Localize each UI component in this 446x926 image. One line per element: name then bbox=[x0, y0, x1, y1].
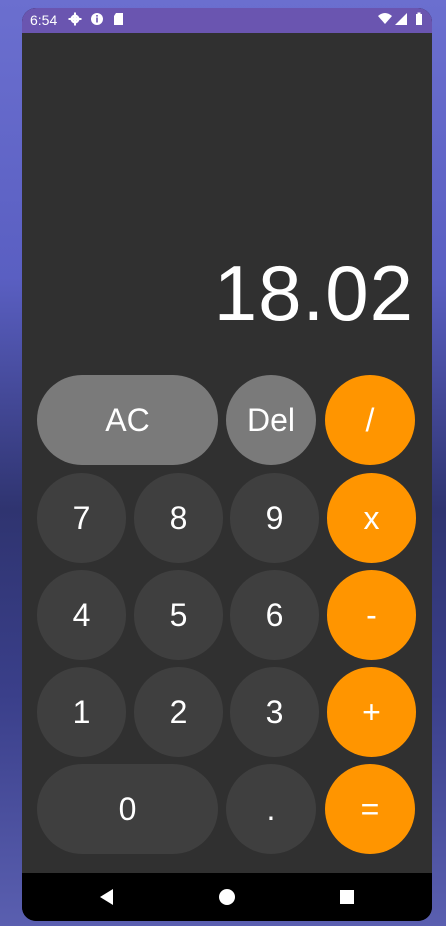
result-display: 18.02 bbox=[213, 249, 414, 337]
digit-1-button[interactable]: 1 bbox=[37, 667, 126, 757]
home-icon[interactable] bbox=[215, 885, 239, 909]
digit-8-button[interactable]: 8 bbox=[134, 473, 223, 563]
divide-button[interactable]: / bbox=[325, 375, 415, 465]
digit-4-button[interactable]: 4 bbox=[37, 570, 126, 660]
wifi-icon bbox=[378, 13, 392, 24]
status-bar: 6:54 bbox=[22, 8, 432, 33]
digit-6-button[interactable]: 6 bbox=[230, 570, 319, 660]
multiply-button[interactable]: x bbox=[327, 473, 416, 563]
digit-3-button[interactable]: 3 bbox=[230, 667, 319, 757]
phone-frame: 6:54 18.02 AC Del / 7 8 9 x 4 5 6 - 1 2 … bbox=[22, 8, 432, 921]
clear-button[interactable]: AC bbox=[37, 375, 218, 465]
recents-icon[interactable] bbox=[335, 885, 359, 909]
subtract-button[interactable]: - bbox=[327, 570, 416, 660]
digit-5-button[interactable]: 5 bbox=[134, 570, 223, 660]
digit-2-button[interactable]: 2 bbox=[134, 667, 223, 757]
calculator-app: 18.02 AC Del / 7 8 9 x 4 5 6 - 1 2 3 + 0… bbox=[22, 33, 432, 873]
status-time: 6:54 bbox=[30, 12, 58, 28]
digit-0-button[interactable]: 0 bbox=[37, 764, 218, 854]
info-icon bbox=[91, 13, 103, 25]
back-icon[interactable] bbox=[95, 885, 119, 909]
battery-icon bbox=[416, 12, 422, 25]
sd-card-icon bbox=[114, 13, 123, 25]
equals-button[interactable]: = bbox=[325, 764, 415, 854]
gear-icon bbox=[68, 12, 82, 26]
digit-7-button[interactable]: 7 bbox=[37, 473, 126, 563]
digit-9-button[interactable]: 9 bbox=[230, 473, 319, 563]
navigation-bar bbox=[22, 873, 432, 921]
signal-icon bbox=[395, 13, 407, 25]
decimal-button[interactable]: . bbox=[226, 764, 316, 854]
add-button[interactable]: + bbox=[327, 667, 416, 757]
delete-button[interactable]: Del bbox=[226, 375, 316, 465]
